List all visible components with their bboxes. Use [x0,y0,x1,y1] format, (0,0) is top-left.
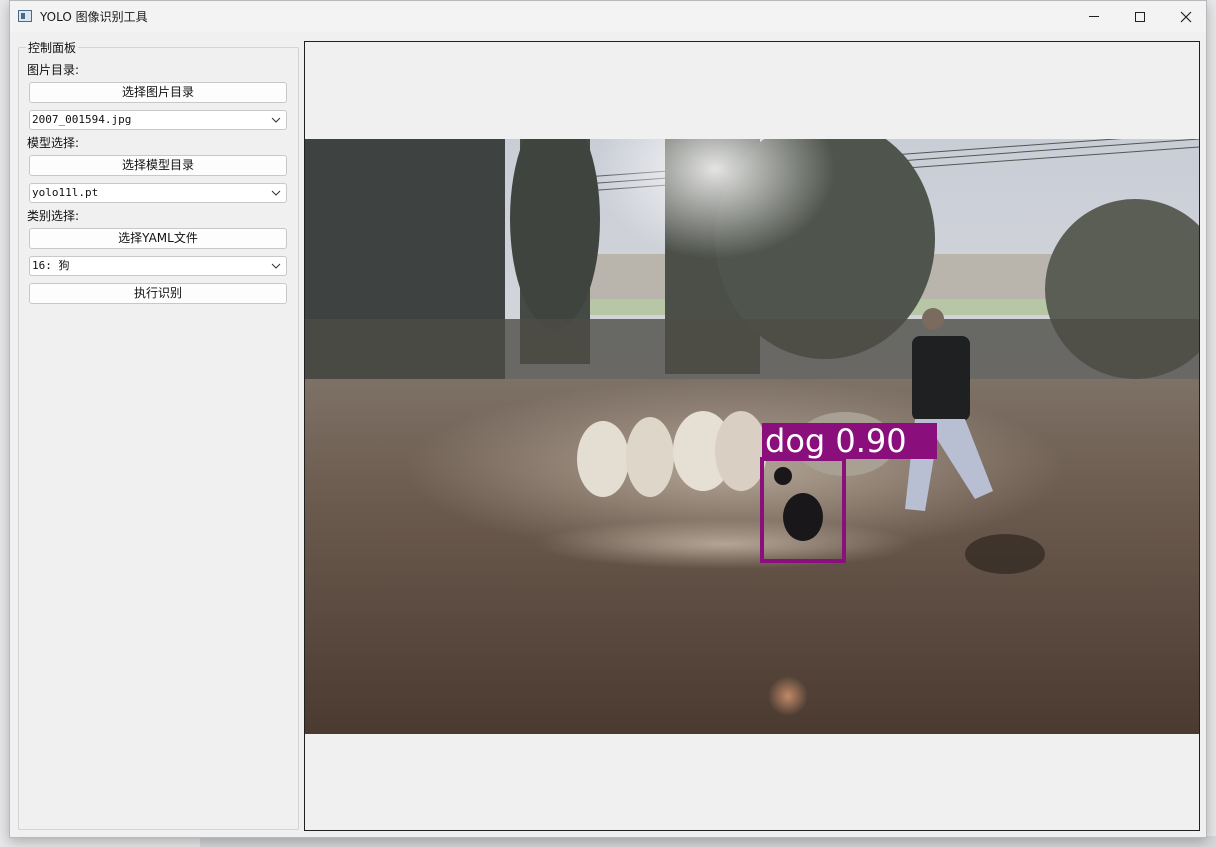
control-panel-title: 控制面板 [26,39,79,56]
select-model-dir-button[interactable]: 选择模型目录 [29,155,287,176]
image-dir-label: 图片目录: [27,63,80,77]
main-window: YOLO 图像识别工具 控制面板 图片目录: 选择图片目录 2007_00159… [9,0,1207,838]
select-yaml-button[interactable]: 选择YAML文件 [29,228,287,249]
chevron-down-icon [271,190,281,196]
minimize-button[interactable] [1071,1,1117,32]
close-icon [1180,11,1192,22]
maximize-button[interactable] [1117,1,1163,32]
app-icon [18,10,32,22]
chevron-down-icon [271,263,281,269]
image-display-area: dog 0.90 [304,41,1200,831]
close-button[interactable] [1163,1,1209,32]
detection-result-image: dog 0.90 [305,139,1199,734]
image-file-value: 2007_001594.jpg [32,113,132,126]
maximize-icon [1135,11,1145,22]
window-title: YOLO 图像识别工具 [40,10,148,24]
model-label: 模型选择: [27,136,80,150]
minimize-icon [1089,16,1099,17]
image-file-select[interactable]: 2007_001594.jpg [29,110,287,130]
model-select[interactable]: yolo11l.pt [29,183,287,203]
run-detection-button[interactable]: 执行识别 [29,283,287,304]
class-value: 16: 狗 [32,259,70,272]
title-bar[interactable]: YOLO 图像识别工具 [10,1,1206,32]
class-label: 类别选择: [27,209,80,223]
select-image-dir-button[interactable]: 选择图片目录 [29,82,287,103]
detection-label: dog 0.90 [765,422,907,460]
chevron-down-icon [271,117,281,123]
class-select[interactable]: 16: 狗 [29,256,287,276]
model-value: yolo11l.pt [32,186,99,199]
